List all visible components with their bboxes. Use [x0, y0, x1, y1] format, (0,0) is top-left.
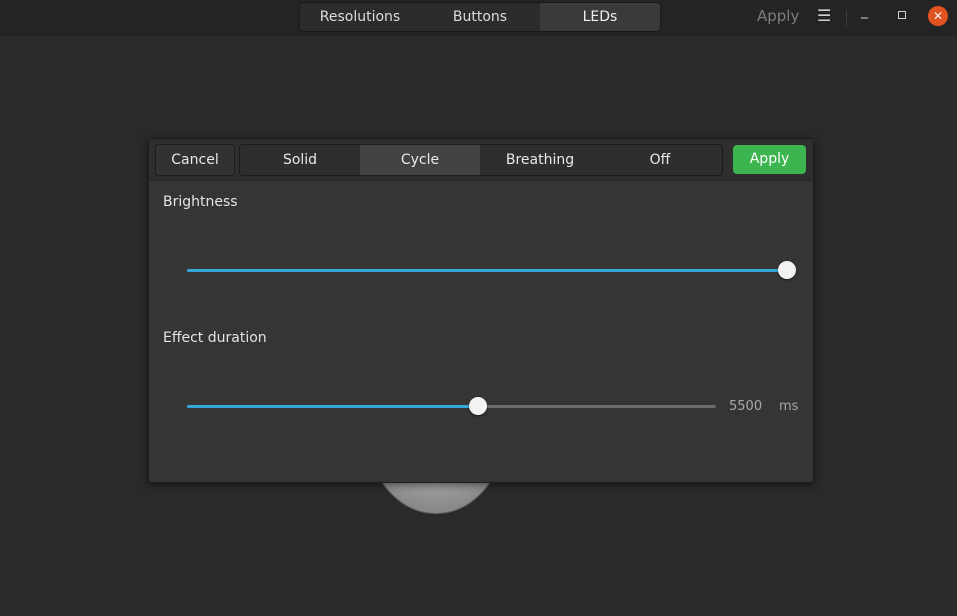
- duration-fill: [187, 405, 478, 408]
- cancel-button[interactable]: Cancel: [155, 144, 235, 176]
- brightness-fill: [187, 269, 787, 272]
- duration-knob[interactable]: [468, 397, 487, 415]
- maximize-icon[interactable]: [898, 11, 906, 19]
- effect-duration-label: Effect duration: [163, 330, 267, 346]
- effect-duration-value: 5500: [729, 399, 763, 414]
- mode-cycle[interactable]: Cycle: [360, 145, 480, 175]
- effect-duration-slider[interactable]: [187, 396, 716, 416]
- brightness-label: Brightness: [163, 194, 238, 210]
- minimize-icon[interactable]: _: [861, 3, 868, 19]
- tab-leds[interactable]: LEDs: [540, 3, 660, 31]
- header-bar: Resolutions Buttons LEDs Apply ☰ _ ✕: [0, 0, 957, 36]
- tab-buttons[interactable]: Buttons: [420, 3, 540, 31]
- page-switcher: Resolutions Buttons LEDs: [299, 2, 661, 32]
- apply-button[interactable]: Apply: [733, 145, 806, 174]
- mode-solid[interactable]: Solid: [240, 145, 360, 175]
- brightness-slider[interactable]: [187, 260, 796, 280]
- popover-toolbar: Cancel Solid Cycle Breathing Off Apply: [149, 139, 813, 181]
- effect-duration-unit: ms: [779, 399, 799, 414]
- mode-off[interactable]: Off: [600, 145, 720, 175]
- led-mode-switcher: Solid Cycle Breathing Off: [239, 144, 723, 176]
- hamburger-menu-icon[interactable]: ☰: [817, 6, 831, 25]
- mode-breathing[interactable]: Breathing: [480, 145, 600, 175]
- tab-resolutions[interactable]: Resolutions: [300, 3, 420, 31]
- header-apply-button[interactable]: Apply: [757, 7, 799, 25]
- close-icon[interactable]: ✕: [928, 6, 948, 26]
- header-separator: [846, 10, 847, 26]
- brightness-knob[interactable]: [778, 261, 796, 279]
- led-settings-popover: Cancel Solid Cycle Breathing Off Apply B…: [148, 138, 814, 483]
